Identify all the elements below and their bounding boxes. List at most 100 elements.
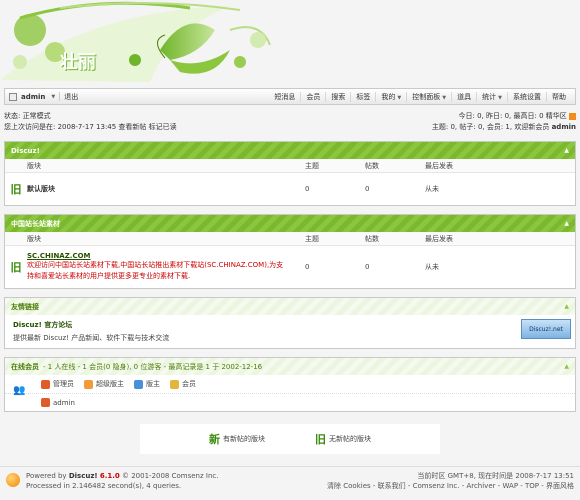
footer: Powered by Discuz! 6.1.0 © 2001-2008 Com…	[0, 466, 580, 500]
today-stats: 今日: 0, 昨日: 0, 最高日: 0 精华区	[432, 111, 576, 122]
users-group-icon: 👥	[13, 385, 26, 396]
discuz-logo-badge[interactable]: Discuz!.net	[521, 319, 571, 339]
post-count: 0	[365, 185, 370, 193]
last-post: 从未	[425, 185, 439, 193]
online-title[interactable]: 在线会员	[11, 362, 39, 372]
logout-link[interactable]: 退出	[64, 92, 78, 102]
nav-item-search[interactable]: 搜索	[325, 91, 350, 102]
topic-count: 0	[305, 185, 310, 193]
collapse-icon[interactable]: ▲	[564, 220, 569, 227]
banner-graphic	[0, 1, 271, 82]
chevron-down-icon: ▼	[498, 94, 502, 101]
user-caret-icon[interactable]: ▼	[51, 94, 55, 100]
nav-item-stats[interactable]: 统计 ▼	[476, 91, 507, 102]
status-mode: 状态: 正常模式	[4, 112, 51, 120]
col-posts: 帖数	[365, 161, 379, 170]
links-title: 友情链接	[11, 302, 39, 311]
last-visit: 您上次访问是在: 2008-7-17 13:45 查看新帖 标记已读	[4, 123, 177, 131]
server-time: 当前时区 GMT+8, 现在时间是 2008-7-17 13:51	[417, 472, 574, 480]
page: admin ▼ 退出 短消息 会员 搜索 标签 我的 ▼ 控制面板 ▼ 道具 统计 ▼…	[4, 88, 576, 454]
nav-menu: 短消息 会员 搜索 标签 我的 ▼ 控制面板 ▼ 道具 统计 ▼ 系统设置 帮助	[269, 91, 571, 102]
category-title[interactable]: 中国站长站素材	[11, 219, 60, 229]
nav-item-settings[interactable]: 系统设置	[507, 91, 546, 102]
powered-prefix: Powered by	[26, 472, 67, 480]
online-stats: - 1 人在线 - 1 会员(0 隐身), 0 位游客 - 最高记录是 1 于 …	[43, 362, 263, 371]
powered-link[interactable]: Discuz!	[69, 472, 98, 480]
col-last: 最后发表	[425, 234, 453, 243]
banner: 壮丽	[0, 0, 580, 88]
forum-link[interactable]: 默认版块	[27, 184, 305, 194]
super-mod-icon	[84, 379, 93, 389]
admin-icon	[41, 379, 50, 389]
category-title[interactable]: Discuz!	[11, 147, 40, 155]
no-new-posts-icon: 旧	[10, 183, 22, 196]
nav-item-help[interactable]: 帮助	[546, 91, 571, 102]
nav-item-pm[interactable]: 短消息	[269, 92, 300, 102]
forum-link[interactable]: SC.CHINAZ.COM	[27, 252, 91, 260]
role-member: 会员	[170, 379, 196, 389]
member-icon	[170, 379, 179, 389]
legend-old: 旧无新帖的版块	[315, 431, 371, 447]
site-stats: 主题: 0, 帖子: 0, 会员: 1, 欢迎新会员 admin	[432, 122, 576, 133]
user-icon	[9, 92, 17, 101]
username-link[interactable]: admin	[21, 93, 45, 101]
processed-info: Processed in 2.146482 second(s), 4 queri…	[26, 482, 182, 490]
legend-old-label: 无新帖的版块	[329, 435, 371, 443]
role-label: 会员	[182, 380, 196, 388]
links-title-bar: 友情链接 ▲	[5, 298, 575, 315]
forum-icon-legend: 新有新帖的版块 旧无新帖的版块	[140, 424, 440, 454]
post-count: 0	[365, 263, 370, 271]
collapse-icon[interactable]: ▲	[564, 363, 569, 370]
topic-count: 0	[305, 263, 310, 271]
last-post: 从未	[425, 263, 439, 271]
link-title[interactable]: Discuz! 官方论坛	[13, 321, 72, 329]
role-mod: 版主	[134, 379, 160, 389]
mod-icon	[134, 379, 143, 389]
nav-item-members[interactable]: 会员	[300, 91, 325, 102]
category-title-bar: 中国站长站素材 ▲	[5, 215, 575, 232]
category-title-bar: Discuz! ▲	[5, 142, 575, 159]
legend-new: 新有新帖的版块	[209, 431, 265, 447]
table-row: 旧 默认版块 0 0 从未	[5, 173, 575, 205]
copyright: © 2001-2008 Comsenz Inc.	[122, 472, 219, 480]
forum-info: SC.CHINAZ.COM 欢迎访问中国站长站素材下载,中国站长站推出素材下载站…	[27, 252, 305, 282]
col-topics: 主题	[305, 161, 319, 170]
top-navbar: admin ▼ 退出 短消息 会员 搜索 标签 我的 ▼ 控制面板 ▼ 道具 统计 ▼…	[4, 88, 576, 105]
table-row: 旧 SC.CHINAZ.COM 欢迎访问中国站长站素材下载,中国站长站推出素材下…	[5, 246, 575, 288]
admin-icon	[41, 398, 50, 407]
nav-item-stats-label: 统计	[482, 92, 497, 101]
online-user[interactable]: admin	[41, 398, 575, 407]
online-user-name: admin	[53, 398, 75, 407]
col-topics: 主题	[305, 234, 319, 243]
forum-category-discuz: Discuz! ▲ 版块 主题 帖数 最后发表 旧 默认版块 0 0 从未	[4, 141, 576, 206]
role-label: 版主	[146, 380, 160, 388]
nav-item-tools[interactable]: 道具	[451, 91, 476, 102]
role-label: 管理员	[53, 380, 74, 388]
legend-new-label: 有新帖的版块	[223, 435, 265, 443]
col-last: 最后发表	[425, 161, 453, 170]
nav-item-my[interactable]: 我的 ▼	[375, 91, 406, 102]
role-super-mod: 超级版主	[84, 379, 124, 389]
online-members-box: 在线会员 - 1 人在线 - 1 会员(0 隐身), 0 位游客 - 最高记录是…	[4, 357, 576, 412]
col-posts: 帖数	[365, 234, 379, 243]
new-member-link[interactable]: admin	[552, 123, 576, 131]
nav-item-my-label: 我的	[381, 92, 396, 101]
no-new-posts-icon: 旧	[10, 261, 22, 274]
col-forum: 版块	[27, 161, 41, 170]
rss-icon[interactable]	[569, 112, 576, 120]
nav-item-tags[interactable]: 标签	[350, 91, 375, 102]
site-stats-text: 主题: 0, 帖子: 0, 会员: 1, 欢迎新会员	[431, 123, 550, 131]
table-header: 版块 主题 帖数 最后发表	[5, 232, 575, 246]
footer-links[interactable]: 清除 Cookies - 联系我们 - Comsenz Inc. - Archi…	[327, 481, 574, 491]
nav-item-cp[interactable]: 控制面板 ▼	[406, 91, 451, 102]
col-forum: 版块	[27, 234, 41, 243]
online-title-bar: 在线会员 - 1 人在线 - 1 会员(0 隐身), 0 位游客 - 最高记录是…	[5, 358, 575, 375]
role-label: 超级版主	[96, 380, 124, 388]
role-admin: 管理员	[41, 379, 74, 389]
online-body: 👥 管理员 超级版主 版主 会员 admin	[5, 375, 575, 411]
discuz-orb-icon	[6, 473, 20, 487]
collapse-icon[interactable]: ▲	[564, 303, 569, 310]
table-header: 版块 主题 帖数 最后发表	[5, 159, 575, 173]
collapse-icon[interactable]: ▲	[564, 147, 569, 154]
link-description: 提供最新 Discuz! 产品新闻、软件下载与技术交流	[13, 334, 170, 342]
